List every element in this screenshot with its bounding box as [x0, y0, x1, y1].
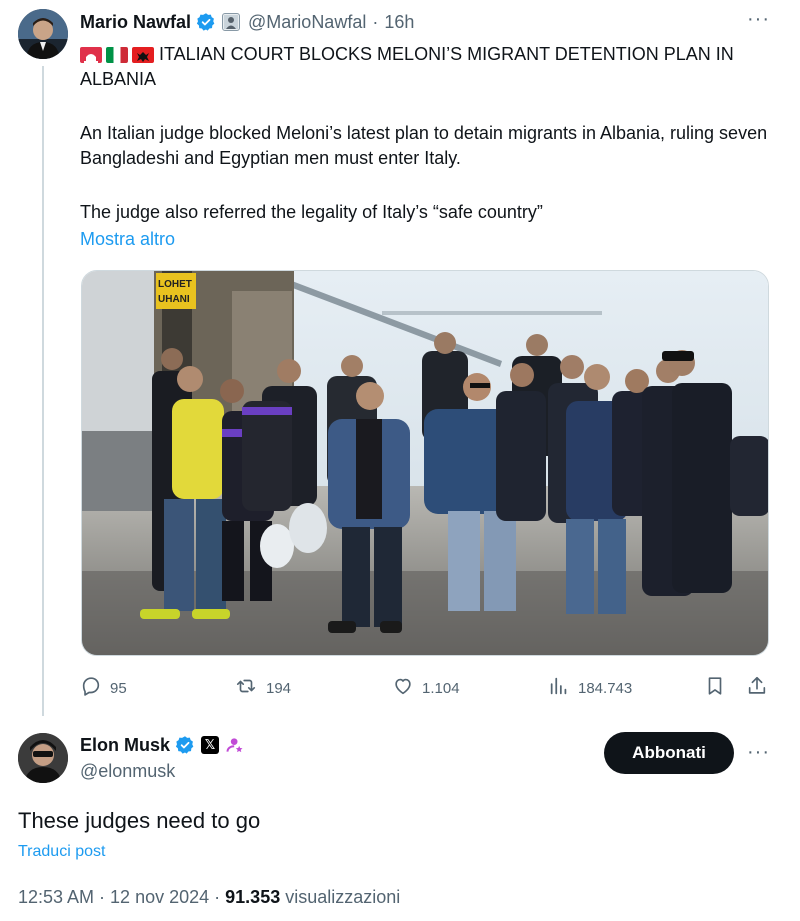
affiliation-badge-icon[interactable] — [222, 13, 241, 31]
verified-badge-icon — [175, 735, 195, 755]
author-avatar[interactable] — [18, 9, 68, 59]
albania-flag-icon — [132, 47, 154, 63]
more-options-icon[interactable]: ··· — [747, 8, 770, 31]
reply-more-options-icon[interactable]: ··· — [747, 741, 770, 764]
sign-text-1: LOHET — [158, 279, 192, 290]
tweet-headline: ITALIAN COURT BLOCKS MELONI’S MIGRANT DE… — [80, 44, 734, 89]
reply-author-avatar[interactable] — [18, 733, 68, 783]
italy-flag-icon — [106, 47, 128, 63]
author-name[interactable]: Mario Nawfal — [80, 12, 191, 33]
translate-post-link[interactable]: Traduci post — [18, 843, 105, 861]
share-button[interactable] — [746, 674, 768, 702]
bookmark-button[interactable] — [704, 674, 726, 702]
like-button[interactable]: 1.104 — [392, 674, 460, 702]
reply-text: These judges need to go — [18, 808, 261, 833]
reply-views-label: visualizzazioni — [285, 887, 401, 907]
reply-author-handle[interactable]: @elonmusk — [80, 761, 175, 782]
reply-icon — [80, 675, 102, 701]
repost-count: 194 — [266, 679, 292, 697]
sign-text-2: UHANI — [158, 294, 190, 305]
bookmark-icon — [704, 675, 726, 701]
like-count: 1.104 — [422, 679, 460, 697]
share-icon — [746, 675, 768, 701]
tweet-title: ITALIAN COURT BLOCKS MELONI’S MIGRANT DE… — [80, 42, 780, 92]
show-more-link[interactable]: Mostra altro — [80, 229, 175, 250]
subscribe-button[interactable]: Abbonati — [604, 732, 734, 774]
tweet-media-photo[interactable]: LOHET UHANI — [81, 270, 769, 656]
thread-connector — [42, 66, 44, 730]
reply-header: Elon Musk 𝕏 — [80, 733, 245, 757]
heart-icon — [392, 675, 414, 701]
reply-count: 95 — [110, 679, 127, 697]
emoji-flags — [80, 47, 154, 63]
reply-timestamp[interactable]: 12:53 AM · 12 nov 2024 · — [18, 887, 220, 907]
siren-emoji-icon — [80, 47, 102, 63]
x-affiliation-icon[interactable]: 𝕏 — [201, 736, 220, 754]
tweet-actions-bar: 95 194 1.104 184.743 — [80, 674, 770, 702]
reply-metadata: 12:53 AM · 12 nov 2024 · 91.353 visualiz… — [18, 887, 400, 908]
original-tweet: Mario Nawfal @MarioNawfal · 16h ··· ITAL… — [0, 0, 800, 730]
subscriber-badge-icon[interactable] — [225, 735, 245, 755]
repost-icon — [234, 675, 258, 701]
verified-badge-icon — [196, 12, 216, 32]
view-count: 184.743 — [578, 679, 633, 697]
post-time[interactable]: 16h — [384, 12, 414, 33]
separator-dot: · — [372, 11, 379, 32]
analytics-icon — [548, 675, 570, 701]
tweet-header: Mario Nawfal @MarioNawfal · 16h — [80, 10, 414, 34]
author-handle[interactable]: @MarioNawfal — [248, 12, 366, 33]
tweet-body-paragraph-2: The judge also referred the legality of … — [80, 202, 543, 222]
tweet-body-paragraph-1: An Italian judge blocked Meloni’s latest… — [80, 123, 768, 168]
views-button[interactable]: 184.743 — [548, 674, 632, 702]
reply-view-count: 91.353 — [225, 887, 281, 907]
repost-button[interactable]: 194 — [234, 674, 291, 702]
reply-author-name[interactable]: Elon Musk — [80, 735, 170, 756]
reply-button[interactable]: 95 — [80, 674, 127, 702]
